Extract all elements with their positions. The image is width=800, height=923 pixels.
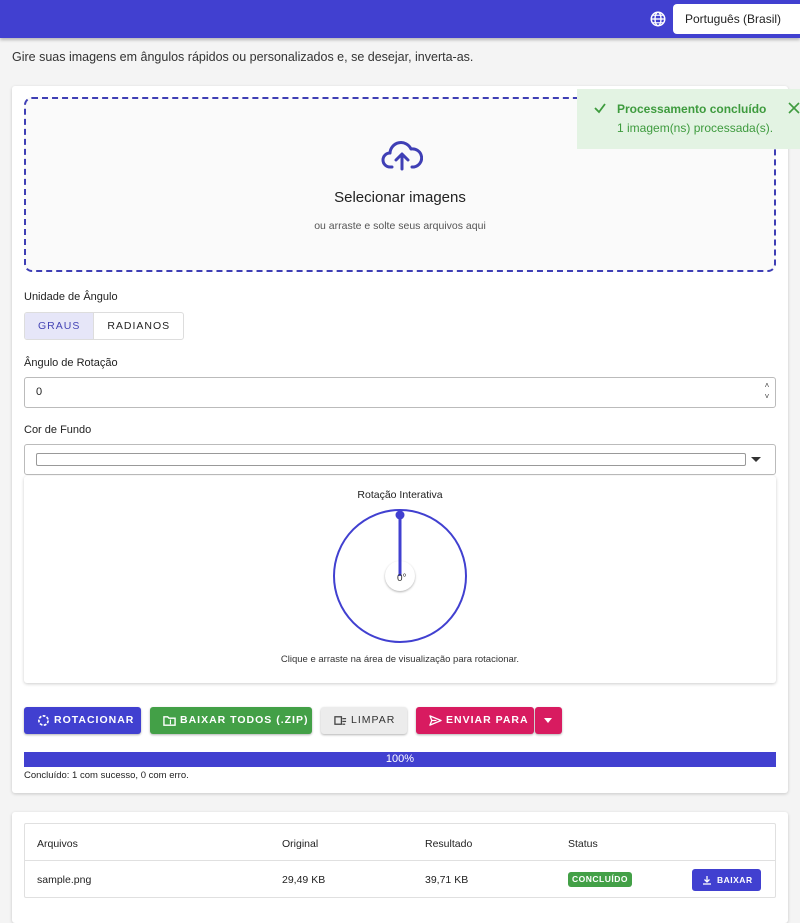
status-badge: CONCLUÍDO (568, 872, 632, 887)
rotation-angle-value: 0 (36, 386, 43, 398)
caret-down-icon (544, 718, 552, 723)
clear-list-icon (334, 716, 347, 725)
check-icon (594, 103, 606, 114)
column-header-original: Original (282, 838, 319, 850)
angle-unit-toggle: GRAUS RADIANOS (24, 312, 185, 340)
send-to-label: ENVIAR PARA (446, 714, 529, 726)
page-subtitle: Gire suas imagens em ângulos rápidos ou … (12, 50, 474, 64)
unit-option-radians[interactable]: RADIANOS (94, 313, 183, 339)
rotation-handle[interactable] (395, 510, 405, 520)
preview-title: Rotação Interativa (357, 489, 443, 501)
preview-hint: Clique e arraste na área de visualização… (280, 654, 520, 665)
rotate-button[interactable]: ROTACIONAR (24, 707, 141, 734)
dropzone-hint: ou arraste e solte seus arquivos aqui (314, 220, 486, 232)
number-stepper[interactable]: ˄ ˅ (762, 380, 772, 402)
download-all-zip-button[interactable]: BAIXAR TODOS (.ZIP) (150, 707, 312, 734)
rotate-button-label: ROTACIONAR (54, 714, 135, 726)
table-row-filename: sample.png (37, 874, 92, 886)
background-color-select[interactable] (24, 444, 776, 475)
send-to-button[interactable]: ENVIAR PARA (416, 707, 534, 734)
send-icon (429, 715, 442, 726)
clear-button[interactable]: LIMPAR (321, 707, 407, 734)
table-row-original-size: 29,49 KB (282, 874, 326, 886)
unit-option-degrees[interactable]: GRAUS (25, 313, 95, 339)
interactive-rotation-preview[interactable]: Rotação Interativa 0° Clique e arraste n… (24, 476, 776, 683)
column-header-result: Resultado (425, 838, 473, 850)
results-table: Arquivos Original Resultado Status sampl… (24, 823, 776, 898)
rotation-angle-label: Ângulo de Rotação (24, 357, 118, 369)
download-button-label: BAIXAR (717, 875, 753, 885)
column-header-status: Status (568, 838, 598, 850)
toast-message: 1 imagem(ns) processada(s). (617, 121, 774, 135)
table-divider (25, 860, 775, 861)
progress-percent: 100% (385, 753, 415, 765)
chevron-down-icon (751, 457, 761, 462)
angle-unit-label: Unidade de Ângulo (24, 291, 118, 303)
globe-icon[interactable] (649, 10, 667, 28)
progress-bar: 100% (24, 752, 776, 767)
color-swatch (36, 453, 746, 466)
close-icon[interactable] (787, 101, 800, 115)
toast-title: Processamento concluído (617, 102, 767, 116)
progress-summary: Concluído: 1 com sucesso, 0 com erro. (24, 770, 189, 781)
success-toast: Processamento concluído 1 imagem(ns) pro… (577, 89, 800, 149)
table-row-result-size: 39,71 KB (425, 874, 469, 886)
rotation-angle-input[interactable]: 0 ˄ ˅ (24, 377, 776, 408)
top-app-bar: Português (Brasil) (0, 0, 800, 38)
download-file-button[interactable]: BAIXAR (692, 869, 761, 891)
cloud-upload-icon (381, 141, 423, 171)
angle-readout: 0° (397, 573, 407, 584)
rotation-dial[interactable]: 0° (331, 507, 469, 645)
download-icon (703, 876, 711, 885)
clear-button-label: LIMPAR (351, 714, 396, 726)
language-select[interactable]: Português (Brasil) (673, 4, 800, 34)
send-to-menu-toggle[interactable] (535, 707, 562, 734)
background-color-label: Cor de Fundo (24, 424, 92, 436)
folder-zip-icon (163, 716, 176, 726)
dropzone-title: Selecionar imagens (334, 189, 466, 206)
rotate-icon (38, 715, 49, 726)
download-all-label: BAIXAR TODOS (.ZIP) (180, 714, 309, 726)
column-header-files: Arquivos (37, 838, 78, 850)
